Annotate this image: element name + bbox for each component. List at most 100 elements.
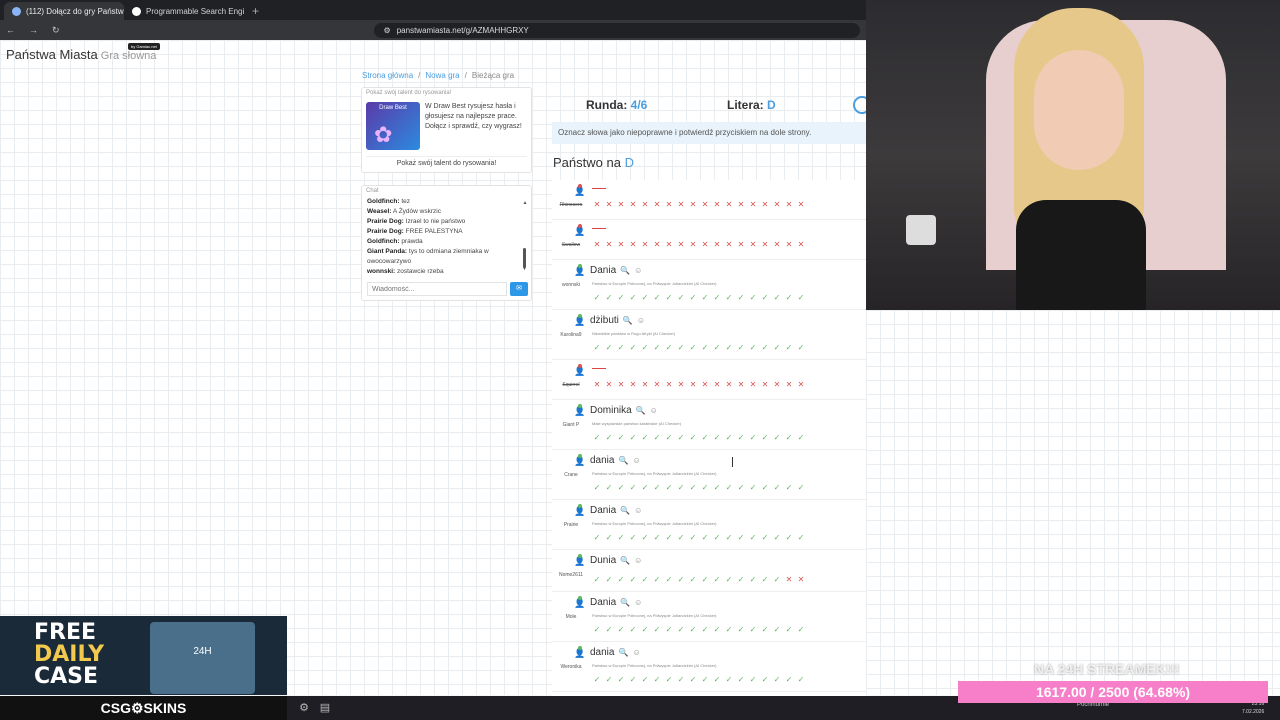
answer-row: 👤 Squirrel ✕ ✕ ✕ ✕ ✕ ✕ ✕ ✕ ✕ ✕ ✕ ✕ ✕ ✕ ✕ ✕ ✕ ✕ — [552, 360, 866, 400]
vote-no-icon: ✕ — [629, 380, 637, 389]
back-icon[interactable]: ← — [6, 25, 15, 35]
search-icon[interactable]: 🔍 — [618, 456, 628, 465]
browser-tab[interactable]: (112) Dołącz do gry Państwa Mi ✕ — [4, 2, 124, 20]
vote-yes-icon: ✓ — [653, 483, 661, 492]
promo-button[interactable]: Pokaż swój talent do rysowania! — [366, 156, 527, 170]
vote-yes-icon: ✓ — [665, 533, 673, 542]
vote-no-icon: ✕ — [725, 380, 733, 389]
breadcrumb-new-game-link[interactable]: Nowa gra — [425, 71, 459, 80]
round-indicator: Runda: 4/6 — [586, 98, 647, 112]
streamer-face — [1034, 50, 1124, 170]
chat-scrollbar[interactable]: ▲ ▼ — [522, 200, 528, 274]
answer-word: dania — [590, 455, 615, 466]
draw-best-image[interactable]: Draw Best ✿ — [366, 102, 420, 150]
answers-list: 👤 Rhinocero ✕ ✕ ✕ ✕ ✕ ✕ ✕ ✕ ✕ ✕ ✕ ✕ ✕ ✕ ✕ ✕ ✕ ✕ 👤 Swallow ✕ ✕ ✕ ✕… — [552, 180, 866, 712]
scroll-up-icon[interactable]: ▲ — [522, 200, 528, 206]
vote-yes-icon: ✓ — [713, 433, 721, 442]
vote-icons: ✕ ✕ ✕ ✕ ✕ ✕ ✕ ✕ ✕ ✕ ✕ ✕ ✕ ✕ ✕ ✕ ✕ ✕ — [592, 240, 806, 249]
answer-word: Dania — [590, 505, 617, 516]
vote-yes-icon: ✓ — [701, 625, 709, 634]
app-icon[interactable]: ▤ — [318, 701, 332, 715]
vote-yes-icon: ✓ — [593, 575, 601, 584]
vote-icons: ✕ ✕ ✕ ✕ ✕ ✕ ✕ ✕ ✕ ✕ ✕ ✕ ✕ ✕ ✕ ✕ ✕ ✕ — [592, 200, 806, 209]
forward-icon[interactable]: → — [29, 25, 38, 35]
answer-description: Małe wyspiarskie państwo karaibskie (AI … — [592, 421, 682, 426]
search-icon[interactable]: 🔍 — [620, 266, 630, 275]
vote-icons: ✓ ✓ ✓ ✓ ✓ ✓ ✓ ✓ ✓ ✓ ✓ ✓ ✓ ✓ ✓ ✓ ✓ ✓ — [592, 343, 806, 352]
answer-username: Crane — [564, 472, 578, 478]
vote-yes-icon: ✓ — [677, 575, 685, 584]
ai-checker-icon[interactable]: ☺ — [632, 648, 640, 657]
breadcrumb-home-link[interactable]: Strona główna — [362, 71, 413, 80]
url-field[interactable]: ⚙ panstwamiasta.net/g/AZMAHHGRXY — [373, 22, 860, 38]
search-icon[interactable]: 🔍 — [620, 598, 630, 607]
chat-message: Goldfinch: tez — [367, 197, 517, 207]
vote-no-icon: ✕ — [785, 240, 793, 249]
chat-message-input[interactable] — [367, 282, 507, 296]
vote-no-icon: ✕ — [737, 240, 745, 249]
answer-word: Dominika — [590, 405, 632, 416]
ai-checker-icon[interactable]: ☺ — [634, 266, 642, 275]
vote-yes-icon: ✓ — [737, 343, 745, 352]
vote-yes-icon: ✓ — [629, 293, 637, 302]
vote-yes-icon: ✓ — [713, 293, 721, 302]
user-status-dot — [578, 224, 582, 228]
vote-yes-icon: ✓ — [641, 625, 649, 634]
site-info-icon[interactable]: ⚙ — [384, 26, 391, 35]
ad-line2: DAILY — [34, 642, 104, 667]
search-icon[interactable]: 🔍 — [618, 648, 628, 657]
vote-yes-icon: ✓ — [665, 575, 673, 584]
gamiac-badge[interactable]: by Gamiac.net — [128, 43, 160, 50]
vote-yes-icon: ✓ — [677, 483, 685, 492]
search-icon[interactable]: 🔍 — [620, 506, 630, 515]
vote-yes-icon: ✓ — [713, 343, 721, 352]
ai-checker-icon[interactable]: ☺ — [634, 598, 642, 607]
answer-description: Państwo w Europie Północnej, na Półwyspi… — [592, 281, 717, 286]
vote-yes-icon: ✓ — [737, 625, 745, 634]
scroll-down-icon[interactable]: ▼ — [522, 266, 527, 272]
vote-no-icon: ✕ — [653, 240, 661, 249]
chat-message: Giant Panda: tys to odmiana ziemniaka w … — [367, 247, 517, 267]
vote-no-icon: ✕ — [617, 200, 625, 209]
vote-yes-icon: ✓ — [737, 675, 745, 684]
scroll-thumb[interactable] — [523, 248, 526, 268]
search-icon[interactable]: 🔍 — [623, 316, 633, 325]
chat-message-text: prawda — [401, 238, 423, 245]
vote-yes-icon: ✓ — [713, 625, 721, 634]
search-icon[interactable]: 🔍 — [620, 556, 630, 565]
vote-yes-icon: ✓ — [629, 343, 637, 352]
user-status-dot — [578, 264, 582, 268]
vote-yes-icon: ✓ — [593, 625, 601, 634]
ai-checker-icon[interactable]: ☺ — [634, 556, 642, 565]
vote-yes-icon: ✓ — [701, 483, 709, 492]
vote-yes-icon: ✓ — [617, 343, 625, 352]
answer-username: Squirrel — [562, 382, 580, 388]
ai-checker-icon[interactable]: ☺ — [637, 316, 645, 325]
vote-no-icon: ✕ — [665, 200, 673, 209]
search-icon[interactable]: 🔍 — [636, 406, 646, 415]
user-avatar-icon: 👤 — [574, 226, 586, 236]
vote-yes-icon: ✓ — [605, 575, 613, 584]
vote-no-icon: ✕ — [749, 200, 757, 209]
answer-description: Państwo w Europie Północnej, na Półwyspi… — [592, 521, 717, 526]
send-message-button[interactable]: ✉ — [510, 282, 528, 296]
vote-yes-icon: ✓ — [773, 625, 781, 634]
empty-answer-dash — [592, 368, 606, 369]
settings-gear-icon[interactable]: ⚙ — [297, 701, 311, 715]
ai-checker-icon[interactable]: ☺ — [634, 506, 642, 515]
ai-checker-icon[interactable]: ☺ — [632, 456, 640, 465]
reload-icon[interactable]: ↻ — [52, 25, 60, 36]
vote-no-icon: ✕ — [617, 380, 625, 389]
answer-word: dżibuti — [590, 315, 619, 326]
ai-checker-icon[interactable]: ☺ — [650, 406, 658, 415]
browser-tab[interactable]: Programmable Search Engine — [124, 2, 244, 20]
vote-no-icon: ✕ — [617, 240, 625, 249]
vote-yes-icon: ✓ — [689, 293, 697, 302]
vote-yes-icon: ✓ — [653, 575, 661, 584]
chat-message-text: FREE PALESTYNA — [405, 228, 463, 235]
new-tab-icon[interactable]: + — [244, 4, 267, 20]
answer-word-group: Dania🔍 ☺ — [590, 265, 642, 276]
vote-yes-icon: ✓ — [761, 575, 769, 584]
vote-yes-icon: ✓ — [653, 293, 661, 302]
user-avatar-icon: 👤 — [574, 598, 586, 608]
